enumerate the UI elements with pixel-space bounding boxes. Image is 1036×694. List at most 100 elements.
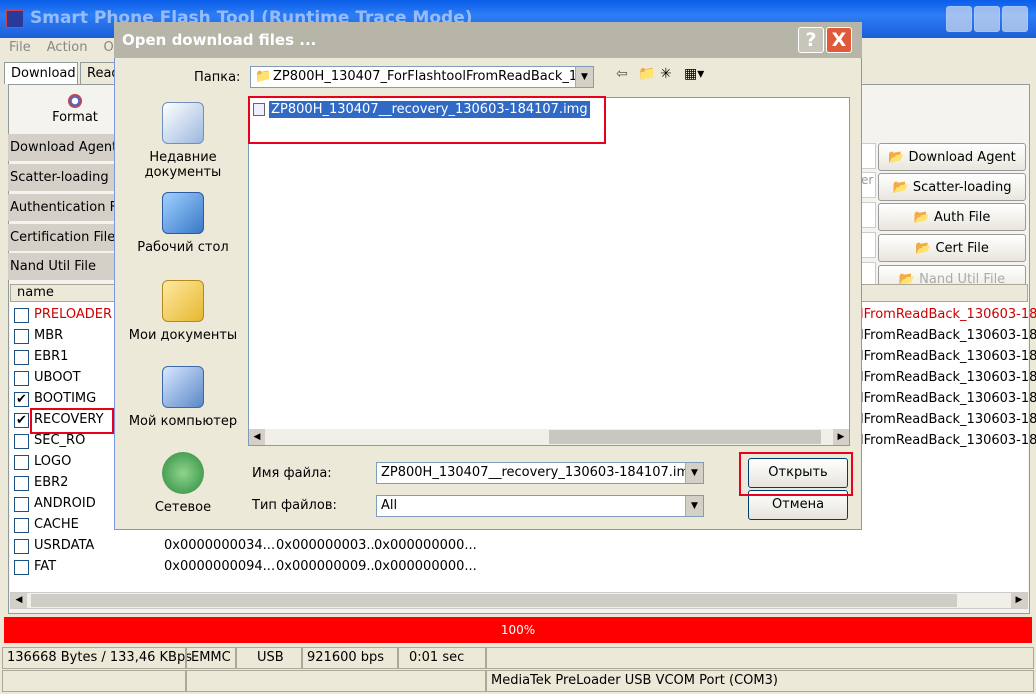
- row-checkbox[interactable]: ✔: [14, 392, 29, 407]
- status-time: 0:01 sec: [398, 647, 486, 669]
- place-my-computer[interactable]: Мой компьютер: [122, 366, 244, 429]
- maximize-button[interactable]: [974, 6, 1000, 32]
- chevron-down-icon[interactable]: ▼: [575, 67, 593, 87]
- network-icon: [162, 452, 204, 494]
- filetype-value: All: [381, 498, 398, 513]
- menu-action[interactable]: Action: [47, 40, 88, 55]
- row-path: lFromReadBack_130603-18: [860, 307, 1036, 322]
- my-documents-icon: [162, 280, 204, 322]
- row-path: lFromReadBack_130603-18: [860, 412, 1036, 427]
- row-c3: 0x000000000...: [374, 538, 477, 553]
- look-in-label: Папка:: [194, 70, 241, 85]
- place-my-documents[interactable]: Мои документы: [122, 280, 244, 343]
- row-checkbox[interactable]: [14, 476, 29, 491]
- row-checkbox[interactable]: ✔: [14, 413, 29, 428]
- row-checkbox[interactable]: [14, 329, 29, 344]
- file-list: ZP800H_130407__recovery_130603-184107.im…: [248, 97, 850, 446]
- row-name: FAT: [34, 559, 57, 574]
- progress-bar: 100%: [4, 617, 1032, 643]
- table-row[interactable]: FAT 0x0000000094... 0x000000009... 0x000000…: [12, 557, 1028, 578]
- row-name: MBR: [34, 328, 64, 343]
- filename-input[interactable]: ZP800H_130407__recovery_130603-184107.im…: [376, 462, 704, 484]
- cert-file-label: Certification File: [8, 224, 114, 251]
- format-button[interactable]: Format: [40, 94, 110, 125]
- row-c3: 0x000000000...: [374, 559, 477, 574]
- row-checkbox[interactable]: [14, 560, 29, 575]
- row-checkbox[interactable]: [14, 371, 29, 386]
- menu-file[interactable]: File: [9, 40, 31, 55]
- format-label: Format: [52, 110, 98, 125]
- status-usb: USB: [236, 647, 302, 669]
- new-folder-icon[interactable]: ✳: [660, 66, 672, 82]
- scatter-file-label: Scatter-loading File: [8, 164, 114, 191]
- scroll-left-icon[interactable]: ◀: [11, 593, 27, 608]
- nand-util-label: Nand Util File: [8, 253, 114, 280]
- chevron-down-icon[interactable]: ▼: [685, 496, 703, 516]
- row-checkbox[interactable]: [14, 497, 29, 512]
- up-folder-icon[interactable]: 📁: [638, 66, 655, 82]
- place-recent[interactable]: Недавние документы: [122, 102, 244, 180]
- look-in-value: ZP800H_130407_ForFlashtoolFromReadBack_1…: [273, 69, 594, 84]
- scroll-right-icon[interactable]: ▶: [833, 429, 849, 445]
- row-checkbox[interactable]: [14, 455, 29, 470]
- folder-icon: 📂: [892, 180, 909, 195]
- scatter-loading-button-label: Scatter-loading: [912, 180, 1012, 195]
- help-button[interactable]: ?: [798, 27, 824, 53]
- filetype-select[interactable]: All ▼: [376, 495, 704, 517]
- row-path: lFromReadBack_130603-18: [860, 370, 1036, 385]
- scatter-file-field[interactable]: er: [860, 172, 876, 198]
- row-name: CACHE: [34, 517, 79, 532]
- minimize-button[interactable]: [946, 6, 972, 32]
- highlight-recovery-box: [30, 408, 114, 434]
- table-row[interactable]: USRDATA 0x0000000034... 0x000000003... 0x00…: [12, 536, 1028, 557]
- folder-icon: 📂: [915, 241, 932, 256]
- cert-file-field[interactable]: [860, 232, 876, 258]
- status-cell: [186, 670, 486, 692]
- look-in-combo[interactable]: 📁 ZP800H_130407_ForFlashtoolFromReadBack…: [250, 66, 594, 88]
- my-computer-icon: [162, 366, 204, 408]
- menu-bar: File Action Op: [0, 38, 122, 58]
- close-button[interactable]: [1002, 6, 1028, 32]
- status-empty: [486, 647, 1034, 669]
- row-checkbox[interactable]: [14, 434, 29, 449]
- row-checkbox[interactable]: [14, 539, 29, 554]
- list-horizontal-scrollbar[interactable]: ◀ ▶: [10, 592, 1028, 609]
- back-icon[interactable]: ⇦: [616, 66, 628, 82]
- auth-file-field[interactable]: [860, 202, 876, 228]
- tab-download[interactable]: Download: [4, 62, 78, 84]
- row-checkbox[interactable]: [14, 308, 29, 323]
- place-network-label: Сетевое: [154, 500, 212, 515]
- download-agent-field[interactable]: [860, 143, 876, 169]
- file-list-scroll-thumb[interactable]: [549, 430, 821, 444]
- row-name: UBOOT: [34, 370, 81, 385]
- dialog-close-button[interactable]: X: [826, 27, 852, 53]
- row-c1: 0x0000000034...: [164, 538, 276, 553]
- status-baud: 921600 bps: [302, 647, 398, 669]
- place-my-computer-label: Мой компьютер: [128, 414, 238, 429]
- scroll-thumb[interactable]: [31, 594, 957, 607]
- view-menu-icon[interactable]: ▦▾: [684, 66, 704, 82]
- recent-documents-icon: [162, 102, 204, 144]
- scroll-left-icon[interactable]: ◀: [249, 429, 265, 445]
- row-checkbox[interactable]: [14, 518, 29, 533]
- chevron-down-icon[interactable]: ▼: [685, 463, 703, 483]
- status-speed: 136668 Bytes / 133,46 KBps: [2, 647, 192, 669]
- cert-file-button[interactable]: 📂 Cert File: [878, 234, 1026, 262]
- row-name: BOOTIMG: [34, 391, 97, 406]
- row-name: LOGO: [34, 454, 72, 469]
- scatter-loading-button[interactable]: 📂 Scatter-loading: [878, 173, 1026, 201]
- row-name: USRDATA: [34, 538, 95, 553]
- place-network[interactable]: Сетевое: [122, 452, 244, 515]
- download-agent-button[interactable]: 📂 Download Agent: [878, 143, 1026, 171]
- place-recent-label: Недавние документы: [144, 150, 222, 180]
- status-storage: EMMC: [186, 647, 236, 669]
- row-checkbox[interactable]: [14, 350, 29, 365]
- scroll-right-icon[interactable]: ▶: [1011, 593, 1027, 608]
- row-name: EBR2: [34, 475, 69, 490]
- auth-file-button[interactable]: 📂 Auth File: [878, 203, 1026, 231]
- file-list-hscroll[interactable]: ◀ ▶: [249, 429, 849, 445]
- row-name: EBR1: [34, 349, 69, 364]
- filename-label: Имя файла:: [252, 466, 332, 481]
- place-desktop[interactable]: Рабочий стол: [122, 192, 244, 255]
- highlight-file-box: [248, 96, 606, 144]
